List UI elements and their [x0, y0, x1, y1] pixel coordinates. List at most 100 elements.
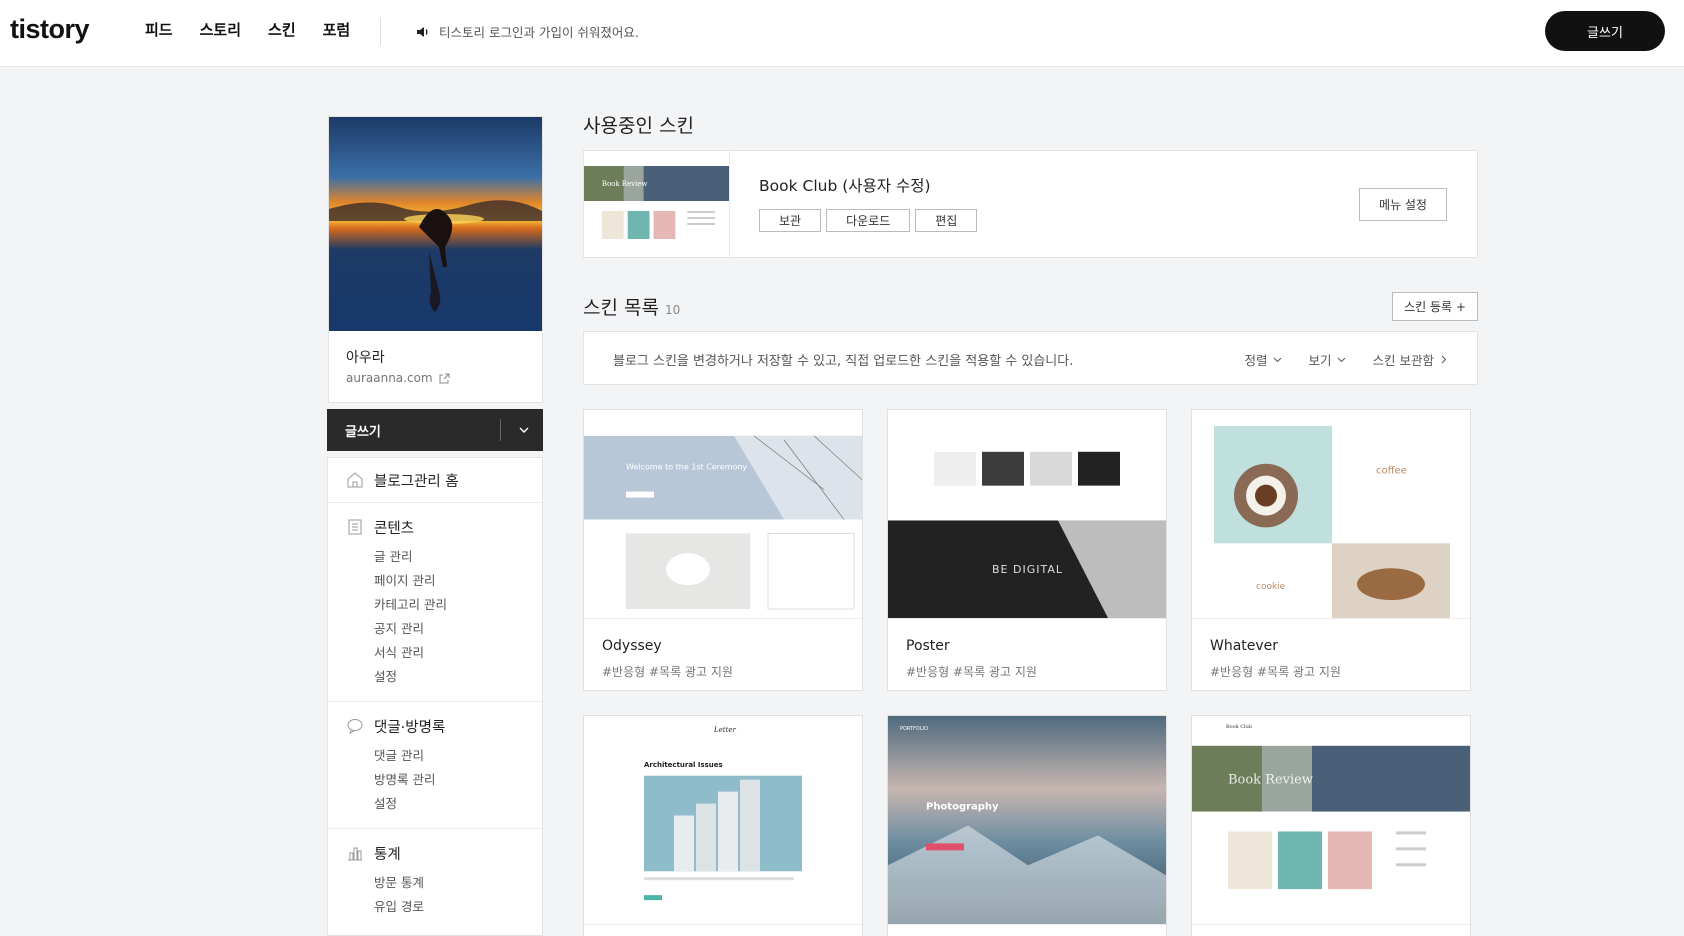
skin-name-poster: Poster	[906, 638, 950, 654]
write-button[interactable]: 글쓰기	[1545, 11, 1665, 51]
skin-list-title: 스킨 목록	[583, 297, 659, 319]
nav-story[interactable]: 스토리	[200, 19, 241, 40]
nav-skin[interactable]: 스킨	[268, 19, 296, 40]
menu-section-home: 블로그관리 홈	[328, 458, 542, 503]
skin-card-odyssey[interactable]: Welcome to the 1st Ceremony Odyssey #반응형…	[583, 409, 863, 691]
sort-label: 정렬	[1244, 353, 1268, 368]
menu-section-comments: 댓글·방명록 댓글 관리 방명록 관리 설정	[328, 702, 542, 829]
document-icon	[348, 519, 362, 535]
menu-head-home-label: 블로그관리 홈	[374, 473, 459, 490]
menu-sub-stats: 방문 통계 유입 경로	[328, 871, 542, 931]
skin-thumb-whatever: coffee cookie	[1192, 410, 1470, 619]
view-label: 보기	[1308, 353, 1332, 368]
comment-icon	[347, 719, 363, 734]
sidebar-menu: 블로그관리 홈 콘텐츠 글 관리 페이지 관리 카테고리 관리 공지 관리 서식…	[327, 457, 543, 936]
skin-card-letter[interactable]: Letter Architectural Issues	[583, 715, 863, 936]
chevron-down-icon	[1337, 357, 1345, 363]
menu-head-content-label: 콘텐츠	[374, 520, 415, 537]
menu-head-comments[interactable]: 댓글·방명록	[328, 702, 542, 750]
menu-head-home[interactable]: 블로그관리 홈	[328, 458, 542, 502]
nav-feed[interactable]: 피드	[145, 19, 173, 40]
skin-tags-odyssey: #반응형 #목록 광고 지원	[602, 665, 733, 679]
skin-card-poster[interactable]: BE DIGITAL Poster #반응형 #목록 광고 지원	[887, 409, 1167, 691]
sort-dropdown[interactable]: 정렬	[1244, 350, 1282, 369]
view-dropdown[interactable]: 보기	[1309, 350, 1347, 369]
edit-button[interactable]: 편집	[915, 209, 978, 232]
svg-text:Letter: Letter	[713, 726, 737, 734]
menu-head-content[interactable]: 콘텐츠	[328, 503, 542, 551]
menu-section-content: 콘텐츠 글 관리 페이지 관리 카테고리 관리 공지 관리 서식 관리 설정	[328, 503, 542, 702]
poster-thumb-title: BE DIGITAL	[992, 563, 1063, 576]
nav-divider	[380, 18, 381, 45]
skin-thumb-portfolio: Photography PORTFOLIO	[888, 716, 1166, 925]
notice-text: 티스토리 로그인과 가입이 쉬워졌어요.	[439, 25, 639, 40]
write-divider	[500, 419, 501, 441]
skin-thumb-letter: Letter Architectural Issues	[584, 716, 862, 925]
menu-settings-button[interactable]: 메뉴 설정	[1359, 188, 1447, 221]
menu-item-comments[interactable]: 댓글 관리	[374, 744, 542, 768]
external-link-icon	[439, 373, 450, 383]
menu-item-guestbook[interactable]: 방명록 관리	[374, 768, 542, 792]
notice[interactable]: 티스토리 로그인과 가입이 쉬워졌어요.	[416, 22, 639, 41]
menu-item-content-settings[interactable]: 설정	[374, 665, 542, 689]
skin-list-controls: 정렬 보기 스킨 보관함	[1244, 350, 1449, 369]
profile-name[interactable]: 아우라	[346, 347, 385, 367]
download-button[interactable]: 다운로드	[826, 209, 911, 232]
skin-name-whatever: Whatever	[1210, 638, 1279, 654]
skin-thumb-book-club: Book Review Book Club	[1192, 716, 1470, 925]
skin-archive-label: 스킨 보관함	[1372, 353, 1434, 368]
menu-item-templates[interactable]: 서식 관리	[374, 641, 542, 665]
menu-head-stats[interactable]: 통계	[328, 829, 542, 877]
svg-text:cookie: cookie	[1256, 582, 1286, 592]
current-skin-heading: 사용중인 스킨	[583, 115, 694, 137]
profile-url-text: auraanna.com	[346, 371, 433, 385]
menu-item-pages[interactable]: 페이지 관리	[374, 569, 542, 593]
skin-archive-link[interactable]: 스킨 보관함	[1373, 350, 1449, 369]
svg-text:PORTFOLIO: PORTFOLIO	[900, 726, 928, 732]
current-skin-name: Book Club (사용자 수정)	[759, 177, 931, 195]
menu-section-stats: 통계 방문 통계 유입 경로	[328, 829, 542, 931]
current-skin-card: Book Review Book Club (사용자 수정) 보관 다운로드 편…	[583, 150, 1478, 258]
sidebar-write-label: 글쓰기	[345, 425, 381, 440]
letter-thumb-title: Architectural Issues	[644, 761, 723, 769]
profile-url[interactable]: auraanna.com	[346, 371, 450, 385]
menu-item-comment-settings[interactable]: 설정	[374, 792, 542, 816]
register-skin-button[interactable]: 스킨 등록 +	[1392, 292, 1478, 321]
skin-list-heading: 스킨 목록 10	[583, 293, 680, 320]
skin-tags-poster: #반응형 #목록 광고 지원	[906, 665, 1037, 679]
menu-sub-content: 글 관리 페이지 관리 카테고리 관리 공지 관리 서식 관리 설정	[328, 545, 542, 701]
skin-list-toolbar: 블로그 스킨을 변경하거나 저장할 수 있고, 직접 업로드한 스킨을 적용할 …	[583, 331, 1478, 385]
profile-card: 아우라 auraanna.com	[328, 116, 543, 403]
menu-item-posts[interactable]: 글 관리	[374, 545, 542, 569]
sidebar-write-button[interactable]: 글쓰기	[327, 409, 543, 451]
chevron-right-icon	[1441, 355, 1447, 364]
skin-count: 10	[664, 303, 681, 317]
menu-sub-comments: 댓글 관리 방명록 관리 설정	[328, 744, 542, 828]
portfolio-thumb-title: Photography	[926, 802, 999, 813]
skin-card-portfolio[interactable]: Photography PORTFOLIO	[887, 715, 1167, 936]
skin-thumb-poster: BE DIGITAL	[888, 410, 1166, 619]
skin-list-description: 블로그 스킨을 변경하거나 저장할 수 있고, 직접 업로드한 스킨을 적용할 …	[613, 354, 1074, 369]
skin-card-whatever[interactable]: coffee cookie Whatever #반응형 #목록 광고 지원	[1191, 409, 1471, 691]
skin-tags-whatever: #반응형 #목록 광고 지원	[1210, 665, 1341, 679]
speaker-icon	[417, 26, 428, 37]
menu-item-referrers[interactable]: 유입 경로	[374, 895, 542, 919]
skin-card-book-club[interactable]: Book Review Book Club	[1191, 715, 1471, 936]
archive-button[interactable]: 보관	[759, 209, 822, 232]
main-nav: 피드 스토리 스킨 포럼	[145, 19, 377, 40]
whatever-thumb-title: coffee	[1376, 466, 1407, 477]
menu-head-comments-label: 댓글·방명록	[374, 719, 446, 736]
tistory-logo[interactable]: tistory	[10, 14, 90, 45]
menu-item-visit-stats[interactable]: 방문 통계	[374, 871, 542, 895]
nav-forum[interactable]: 포럼	[323, 19, 351, 40]
current-skin-thumbnail[interactable]: Book Review	[584, 151, 730, 257]
top-bar: tistory 피드 스토리 스킨 포럼 티스토리 로그인과 가입이 쉬워졌어요…	[0, 0, 1684, 67]
menu-item-notices[interactable]: 공지 관리	[374, 617, 542, 641]
svg-text:Book Club: Book Club	[1226, 724, 1252, 730]
book-club-thumb-title: Book Review	[1228, 773, 1313, 788]
profile-image[interactable]	[329, 117, 542, 331]
current-skin-actions: 보관 다운로드 편집	[759, 209, 978, 232]
menu-item-categories[interactable]: 카테고리 관리	[374, 593, 542, 617]
skin-thumb-odyssey: Welcome to the 1st Ceremony	[584, 410, 862, 619]
chevron-down-icon[interactable]	[517, 423, 531, 437]
